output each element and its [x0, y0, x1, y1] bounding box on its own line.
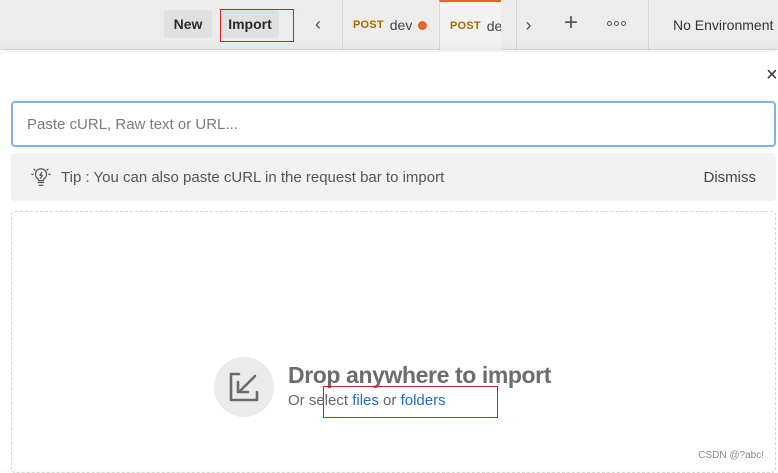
unsaved-indicator — [418, 20, 428, 30]
drop-sub-or: or — [378, 392, 401, 409]
lightbulb-icon — [29, 165, 53, 189]
select-folders-link[interactable]: folders — [401, 392, 446, 409]
drop-subtitle: Or select files or folders — [288, 392, 446, 409]
tab-title: dev — [389, 17, 413, 33]
top-toolbar: New Import ‹ POST dev POST de › + No Env… — [0, 0, 778, 50]
method-badge: POST — [450, 20, 481, 32]
more-options-icon[interactable] — [604, 13, 628, 33]
method-badge: POST — [353, 19, 384, 31]
chevron-right-icon[interactable]: › — [516, 0, 540, 50]
tab-title: de — [486, 18, 501, 34]
watermark: CSDN @?abc! — [698, 450, 764, 461]
dismiss-button[interactable]: Dismiss — [704, 169, 757, 186]
drop-sub-prefix: Or select — [288, 392, 353, 409]
chevron-left-icon[interactable]: ‹ — [308, 12, 328, 36]
drop-title: Drop anywhere to import — [288, 362, 551, 388]
import-button[interactable]: Import — [221, 10, 279, 38]
tip-banner: Tip : You can also paste cURL in the req… — [11, 153, 776, 201]
request-tab[interactable]: POST dev — [342, 0, 439, 50]
drop-zone[interactable] — [11, 211, 776, 473]
new-tab-icon[interactable]: + — [560, 8, 582, 38]
tip-text: Tip : You can also paste cURL in the req… — [61, 168, 445, 186]
import-url-input[interactable] — [11, 101, 776, 147]
new-button[interactable]: New — [164, 10, 212, 38]
import-icon — [214, 357, 274, 417]
request-tab-active[interactable]: POST de — [439, 0, 501, 50]
select-files-link[interactable]: files — [352, 392, 379, 409]
environment-selector[interactable]: No Environment — [648, 0, 778, 50]
close-icon[interactable]: × — [766, 64, 778, 86]
